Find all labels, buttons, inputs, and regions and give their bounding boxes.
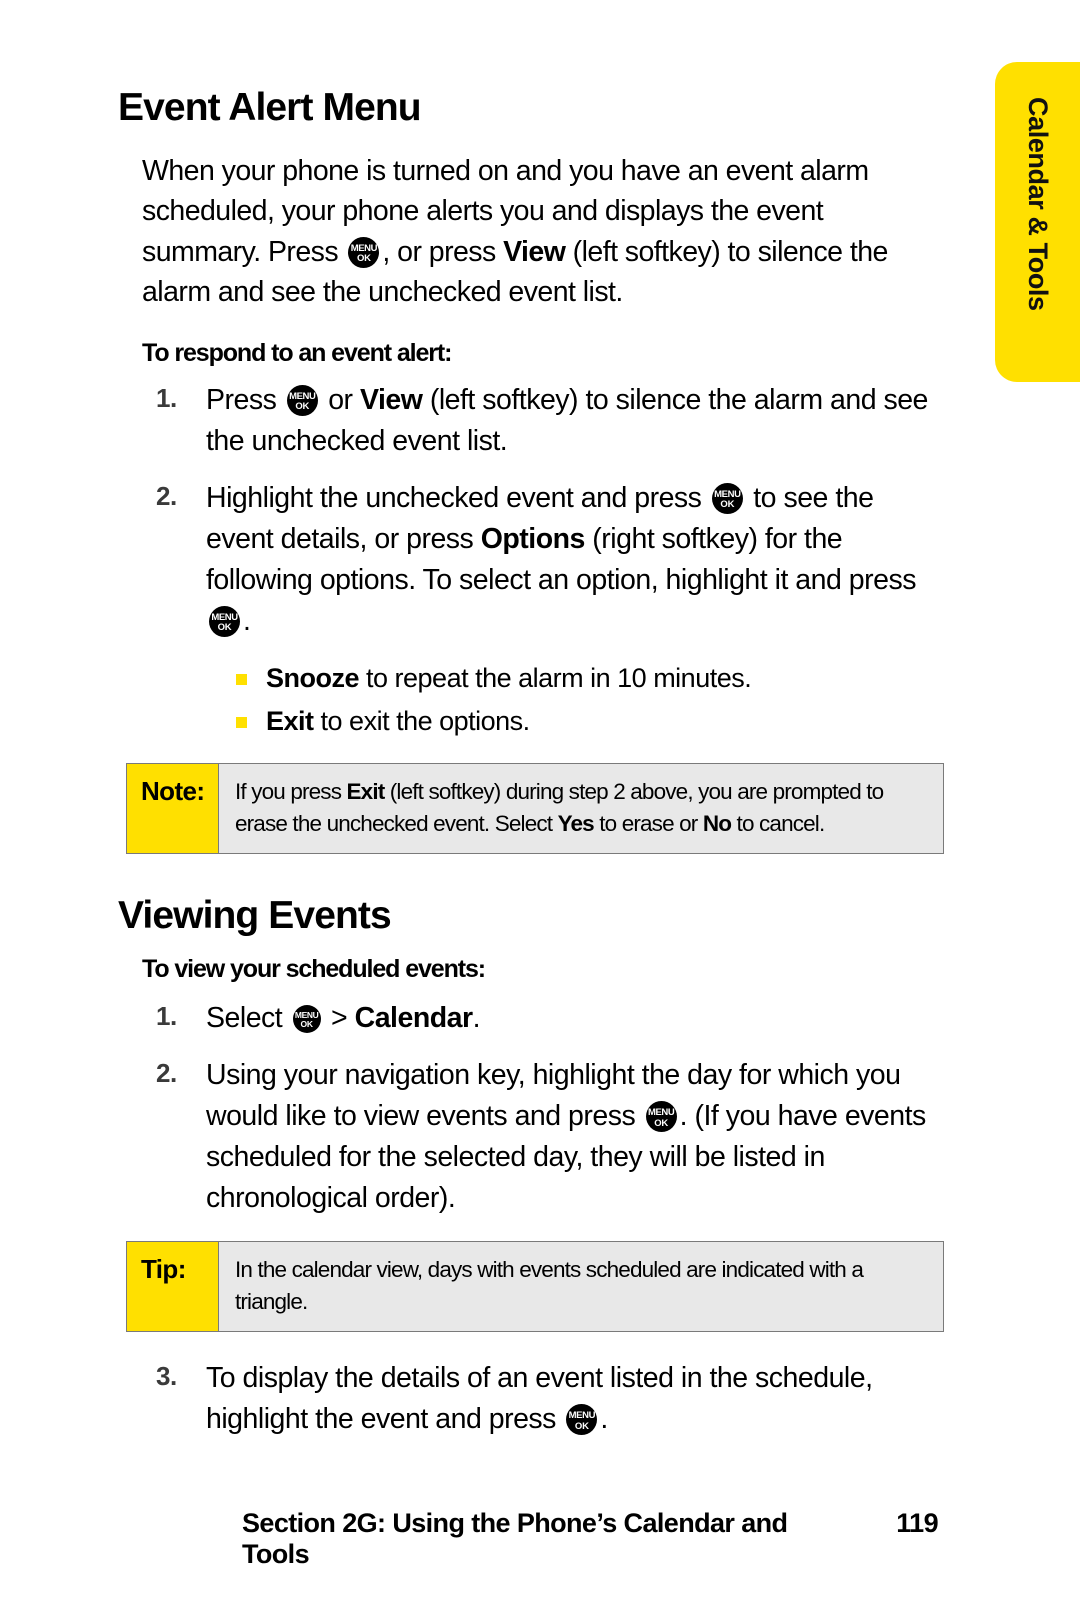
- menu-ok-key-icon: MENU OK: [566, 1404, 598, 1436]
- menu-ok-key-line2: OK: [217, 622, 232, 634]
- steps-list-viewing: 1. Select MENU OK > Calendar. 2. Using your…: [118, 998, 938, 1219]
- step-number: 2.: [156, 480, 177, 511]
- document-page: Calendar & Tools Event Alert Menu When y…: [0, 0, 1080, 1620]
- options-bullet-list: Snooze to repeat the alarm in 10 minutes…: [118, 658, 938, 741]
- tip-body: In the calendar view, days with events s…: [219, 1242, 943, 1332]
- side-tab-label: Calendar & Tools: [1023, 97, 1053, 311]
- page-title-event-alert-menu: Event Alert Menu: [118, 86, 422, 129]
- steps-list-viewing-continued: 3. To display the details of an event lis…: [118, 1358, 938, 1440]
- step-bold-view: View: [359, 383, 423, 416]
- list-item: Exit to exit the options.: [118, 701, 938, 742]
- note-text-part-3: to erase or: [593, 810, 703, 836]
- menu-ok-key-line2: OK: [295, 401, 310, 413]
- step-number: 1.: [156, 382, 177, 413]
- menu-ok-key-line1: MENU: [647, 1107, 675, 1118]
- menu-ok-key-icon: MENU OK: [645, 1101, 677, 1132]
- note-callout: Note: If you press Exit (left softkey) d…: [126, 763, 944, 854]
- step-text-part-2: or: [320, 383, 360, 416]
- menu-ok-key-line2: OK: [654, 1117, 669, 1129]
- bullet-text: to repeat the alarm in 10 minutes.: [359, 663, 752, 693]
- note-text-part-1: If you press: [235, 779, 347, 804]
- note-bold-exit: Exit: [346, 779, 386, 804]
- step-text-part-2: >: [323, 1001, 355, 1034]
- menu-ok-key-line2: OK: [720, 499, 735, 511]
- note-bold-yes: Yes: [557, 810, 595, 836]
- subheading-view-scheduled-events: To view your scheduled events:: [142, 954, 486, 983]
- step-item: 1. Press MENU OK or View (left softkey) to…: [118, 380, 946, 462]
- subheading-respond-to-event-alert: To respond to an event alert:: [142, 338, 452, 367]
- step-text-part-1: Select: [206, 1001, 290, 1034]
- intro-paragraph: When your phone is turned on and you hav…: [142, 151, 942, 313]
- note-body: If you press Exit (left softkey) during …: [219, 764, 943, 853]
- footer-section-label: Section 2G: Using the Phone’s Calendar a…: [242, 1508, 788, 1569]
- step-number: 1.: [156, 1000, 177, 1031]
- menu-ok-key-line1: MENU: [568, 1410, 596, 1422]
- square-bullet-icon: [236, 716, 247, 728]
- note-bold-no: No: [702, 810, 732, 836]
- step-bold-calendar: Calendar: [354, 1001, 473, 1034]
- intro-bold-view: View: [503, 235, 566, 268]
- step-item: 3. To display the details of an event lis…: [118, 1358, 946, 1440]
- menu-ok-key-line2: OK: [300, 1019, 313, 1030]
- step-number: 2.: [156, 1057, 177, 1088]
- menu-ok-key-line1: MENU: [294, 1009, 319, 1020]
- page-footer: Section 2G: Using the Phone’s Calendar a…: [118, 1508, 939, 1570]
- square-bullet-icon: [236, 674, 247, 685]
- step-bold-options: Options: [480, 522, 586, 555]
- step-text-part-1: Press: [206, 383, 284, 416]
- page-title-viewing-events: Viewing Events: [118, 894, 392, 937]
- steps-list-respond: 1. Press MENU OK or View (left softkey) to…: [118, 380, 938, 642]
- step-item: 2. Highlight the unchecked event and pres…: [118, 478, 946, 642]
- menu-ok-key-line1: MENU: [211, 611, 238, 623]
- step-text-part-2: .: [600, 1403, 608, 1436]
- step-text-part-1: Highlight the unchecked event and press: [206, 481, 709, 514]
- page-content: Event Alert Menu When your phone is turn…: [118, 86, 944, 1456]
- menu-ok-key-line1: MENU: [350, 242, 378, 254]
- bullet-text: to exit the options.: [313, 705, 531, 736]
- menu-ok-key-icon: MENU OK: [348, 236, 380, 268]
- bullet-bold-exit: Exit: [266, 705, 314, 736]
- note-label: Note:: [127, 764, 219, 853]
- step-text-part-3: .: [472, 1001, 481, 1034]
- bullet-bold-snooze: Snooze: [266, 663, 360, 693]
- step-text-part-1: To display the details of an event liste…: [206, 1362, 873, 1436]
- step-item: 2. Using your navigation key, highlight t…: [118, 1055, 946, 1219]
- footer-page-number: 119: [896, 1508, 938, 1538]
- tip-label: Tip:: [127, 1242, 219, 1332]
- step-item: 1. Select MENU OK > Calendar.: [118, 998, 946, 1039]
- menu-ok-key-line2: OK: [574, 1420, 589, 1432]
- menu-ok-key-icon: MENU OK: [292, 1004, 321, 1033]
- menu-ok-key-icon: MENU OK: [286, 384, 318, 416]
- menu-ok-key-line1: MENU: [714, 488, 741, 500]
- note-text-part-4: to cancel.: [731, 810, 826, 836]
- tip-callout: Tip: In the calendar view, days with eve…: [126, 1241, 944, 1333]
- menu-ok-key-icon: MENU OK: [209, 605, 240, 637]
- step-number: 3.: [156, 1361, 177, 1392]
- menu-ok-key-icon: MENU OK: [711, 482, 743, 514]
- menu-ok-key-line1: MENU: [289, 390, 316, 402]
- side-tab-calendar-and-tools: Calendar & Tools: [995, 62, 1080, 382]
- menu-ok-key-line2: OK: [356, 253, 371, 265]
- list-item: Snooze to repeat the alarm in 10 minutes…: [118, 658, 938, 699]
- intro-text-part-2: , or press: [382, 235, 504, 268]
- step-text-part-4: .: [243, 604, 251, 637]
